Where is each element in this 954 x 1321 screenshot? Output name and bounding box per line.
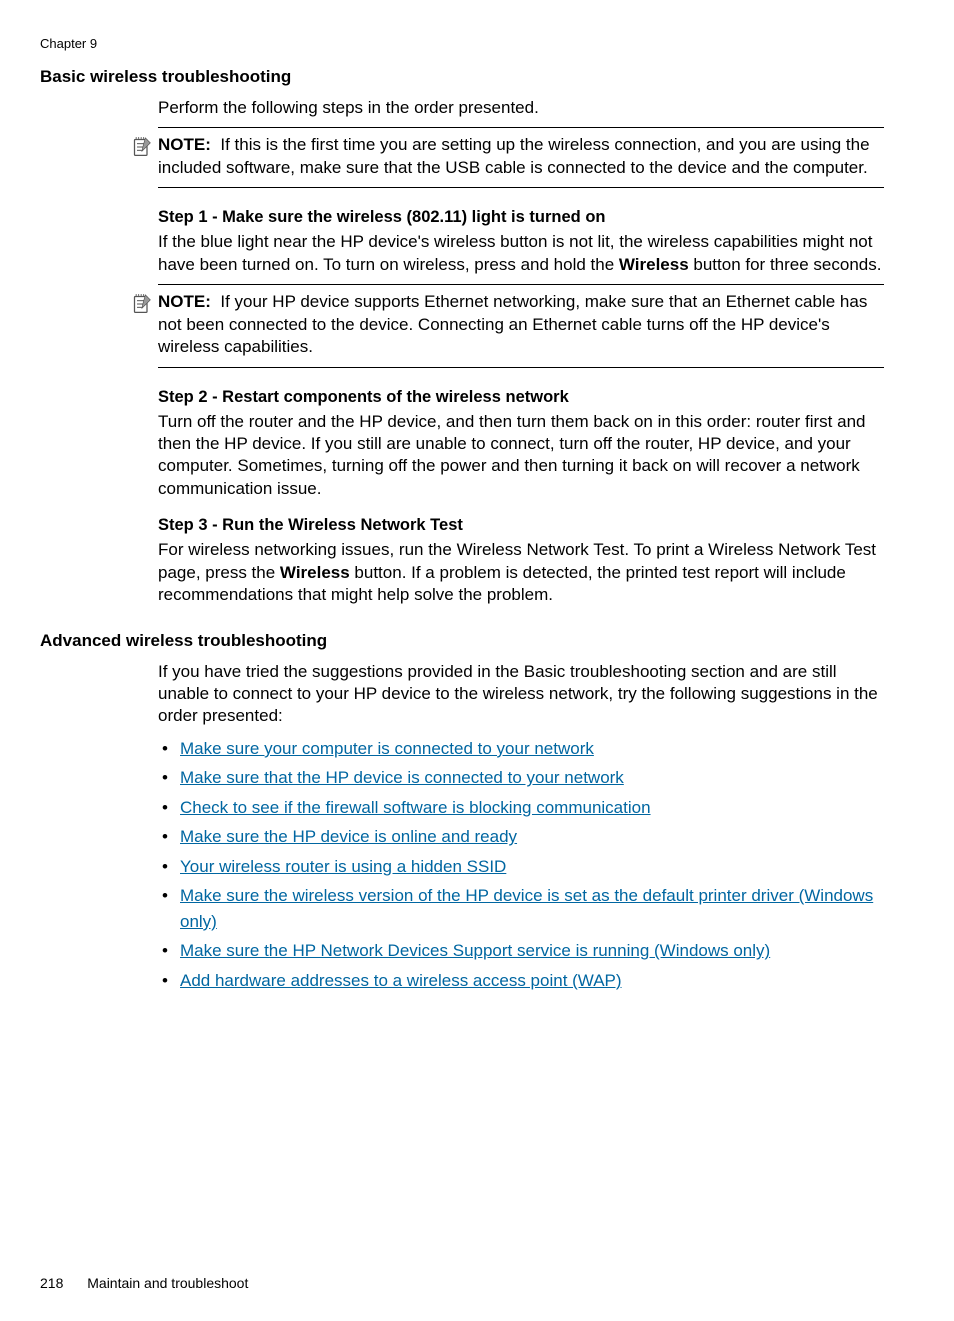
page-footer: 218 Maintain and troubleshoot — [40, 1275, 248, 1291]
basic-intro: Perform the following steps in the order… — [158, 97, 884, 119]
note-2-body: If your HP device supports Ethernet netw… — [158, 292, 867, 356]
chapter-label: Chapter 9 — [40, 36, 894, 51]
page-number: 218 — [40, 1275, 63, 1291]
step1-heading: Step 1 - Make sure the wireless (802.11)… — [158, 208, 884, 227]
note-icon — [132, 293, 152, 315]
step1-paragraph: If the blue light near the HP device's w… — [158, 231, 884, 276]
link-hidden-ssid[interactable]: Your wireless router is using a hidden S… — [180, 857, 506, 876]
link-online-ready[interactable]: Make sure the HP device is online and re… — [180, 827, 517, 846]
link-hp-connected[interactable]: Make sure that the HP device is connecte… — [180, 768, 624, 787]
step3-heading: Step 3 - Run the Wireless Network Test — [158, 516, 884, 535]
footer-title: Maintain and troubleshoot — [87, 1275, 248, 1291]
advanced-intro: If you have tried the suggestions provid… — [158, 661, 884, 728]
note-label: NOTE: — [158, 135, 211, 154]
note-label: NOTE: — [158, 292, 211, 311]
step2-heading: Step 2 - Restart components of the wirel… — [158, 388, 884, 407]
list-item: Add hardware addresses to a wireless acc… — [158, 968, 884, 994]
section-basic-title: Basic wireless troubleshooting — [40, 67, 894, 87]
note-1-body: If this is the first time you are settin… — [158, 135, 870, 176]
advanced-link-list: Make sure your computer is connected to … — [158, 736, 884, 994]
list-item: Your wireless router is using a hidden S… — [158, 854, 884, 880]
note-1-text: NOTE: If this is the first time you are … — [158, 134, 884, 179]
list-item: Make sure the HP Network Devices Support… — [158, 938, 884, 964]
note-box-2: NOTE: If your HP device supports Etherne… — [158, 284, 884, 367]
step3-paragraph: For wireless networking issues, run the … — [158, 539, 884, 606]
step2-paragraph: Turn off the router and the HP device, a… — [158, 411, 884, 501]
link-computer-connected[interactable]: Make sure your computer is connected to … — [180, 739, 594, 758]
link-default-driver[interactable]: Make sure the wireless version of the HP… — [180, 886, 873, 931]
list-item: Check to see if the firewall software is… — [158, 795, 884, 821]
note-box-1: NOTE: If this is the first time you are … — [158, 127, 884, 188]
note-icon — [132, 136, 152, 158]
wireless-bold-1: Wireless — [619, 255, 689, 274]
note-2-text: NOTE: If your HP device supports Etherne… — [158, 291, 884, 358]
list-item: Make sure the HP device is online and re… — [158, 824, 884, 850]
link-support-service[interactable]: Make sure the HP Network Devices Support… — [180, 941, 770, 960]
link-firewall[interactable]: Check to see if the firewall software is… — [180, 798, 651, 817]
list-item: Make sure the wireless version of the HP… — [158, 883, 884, 934]
list-item: Make sure that the HP device is connecte… — [158, 765, 884, 791]
link-hardware-addresses[interactable]: Add hardware addresses to a wireless acc… — [180, 971, 622, 990]
wireless-bold-2: Wireless — [280, 563, 350, 582]
list-item: Make sure your computer is connected to … — [158, 736, 884, 762]
section-advanced-title: Advanced wireless troubleshooting — [40, 631, 894, 651]
